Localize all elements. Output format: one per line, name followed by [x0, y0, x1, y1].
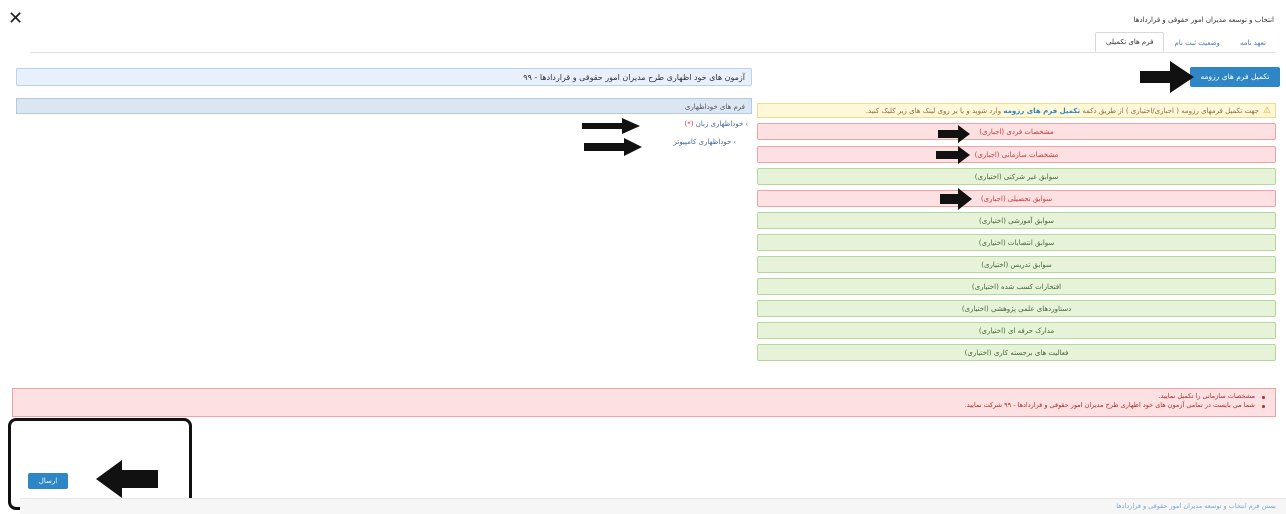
- form-education-records[interactable]: سوابق تحصیلی (اجباری): [757, 190, 1276, 207]
- footer-bar: بستن فرم انتخاب و توسعه مدیران امور حقوق…: [20, 498, 1286, 514]
- notice-text-2: وارد شوید و یا بر روی لینک های زیر کلیک …: [865, 107, 1002, 115]
- close-form-link[interactable]: بستن فرم انتخاب و توسعه مدیران امور حقوق…: [1116, 502, 1276, 510]
- complete-resume-forms-button[interactable]: تکمیل فرم های رزومه: [1190, 67, 1280, 87]
- arrow-right-icon: [936, 146, 970, 164]
- exam-title-bar: آزمون های خود اظهاری طرح مدیران امور حقو…: [16, 68, 752, 86]
- form-non-company-records[interactable]: سوابق غیر شرکتی (اختیاری): [757, 168, 1276, 185]
- tab-commitment[interactable]: تعهد نامه: [1230, 34, 1276, 52]
- arrow-left-icon: [96, 460, 158, 498]
- notice-text-1: جهت تکمیل فرمهای رزومه ( اجباری/اختیاری …: [1082, 107, 1259, 115]
- tab-complementary-forms[interactable]: فرم های تکمیلی: [1095, 32, 1165, 52]
- self-declaration-language-link[interactable]: › خوداظهاری زبان (*): [685, 120, 748, 128]
- notice-link-text: تکمیل فرم های رزومه: [1003, 107, 1081, 115]
- error-alert: مشخصات سازمانی را تکمیل نمایید. شما می ب…: [12, 388, 1276, 417]
- form-personal-details[interactable]: مشخصات فردی (اجباری): [757, 123, 1276, 140]
- self-declaration-header: فرم های خوداظهاری: [16, 98, 752, 114]
- close-icon[interactable]: ✕: [8, 10, 23, 28]
- tab-divider: [30, 52, 1276, 53]
- form-teaching-records[interactable]: سوابق تدریس (اختیاری): [757, 256, 1276, 273]
- self-declaration-computer-label: خوداظهاری کامپیوتر: [673, 138, 732, 146]
- arrow-right-icon: [1140, 61, 1194, 93]
- tab-registration-status[interactable]: وضعیت ثبت نام: [1164, 34, 1230, 52]
- arrow-right-icon: [582, 118, 640, 134]
- arrow-right-icon: [584, 138, 642, 156]
- chevron-icon: ›: [733, 139, 736, 146]
- error-message: شما می بایست در تمامی آزمون های خود اظها…: [964, 401, 1255, 409]
- form-organizational-details[interactable]: مشخصات سازمانی (اجباری): [757, 146, 1276, 163]
- bullet-icon: [1262, 396, 1265, 399]
- required-mark: (*): [684, 120, 694, 128]
- form-appointment-records[interactable]: سوابق انتصابات (اختیاری): [757, 234, 1276, 251]
- form-outstanding-activities[interactable]: فعالیت های برجسته کاری (اختیاری): [757, 344, 1276, 361]
- warning-icon: ⚠: [1262, 106, 1271, 116]
- form-professional-certificates[interactable]: مدارک حرفه ای (اختیاری): [757, 322, 1276, 339]
- self-declaration-computer-link[interactable]: › خوداظهاری کامپیوتر: [673, 138, 736, 146]
- error-message: مشخصات سازمانی را تکمیل نمایید.: [1158, 392, 1255, 400]
- form-research-achievements[interactable]: دستاوردهای علمی پژوهشی (اختیاری): [757, 300, 1276, 317]
- form-training-records[interactable]: سوابق آموزشی (اختیاری): [757, 212, 1276, 229]
- send-button[interactable]: ارسال: [28, 473, 68, 489]
- self-declaration-language-label: خوداظهاری زبان: [695, 120, 744, 128]
- chevron-icon: ›: [745, 121, 748, 128]
- bullet-icon: [1262, 405, 1265, 408]
- arrow-right-icon: [940, 188, 972, 210]
- page-title: انتخاب و توسعه مدیران امور حقوقی و قرارد…: [1133, 16, 1274, 24]
- info-notice: ⚠ جهت تکمیل فرمهای رزومه ( اجباری/اختیار…: [757, 103, 1276, 118]
- arrow-right-icon: [938, 125, 970, 143]
- form-honors[interactable]: افتخارات کسب شده (اختیاری): [757, 278, 1276, 295]
- tab-bar: تعهد نامه وضعیت ثبت نام فرم های تکمیلی: [1095, 32, 1276, 52]
